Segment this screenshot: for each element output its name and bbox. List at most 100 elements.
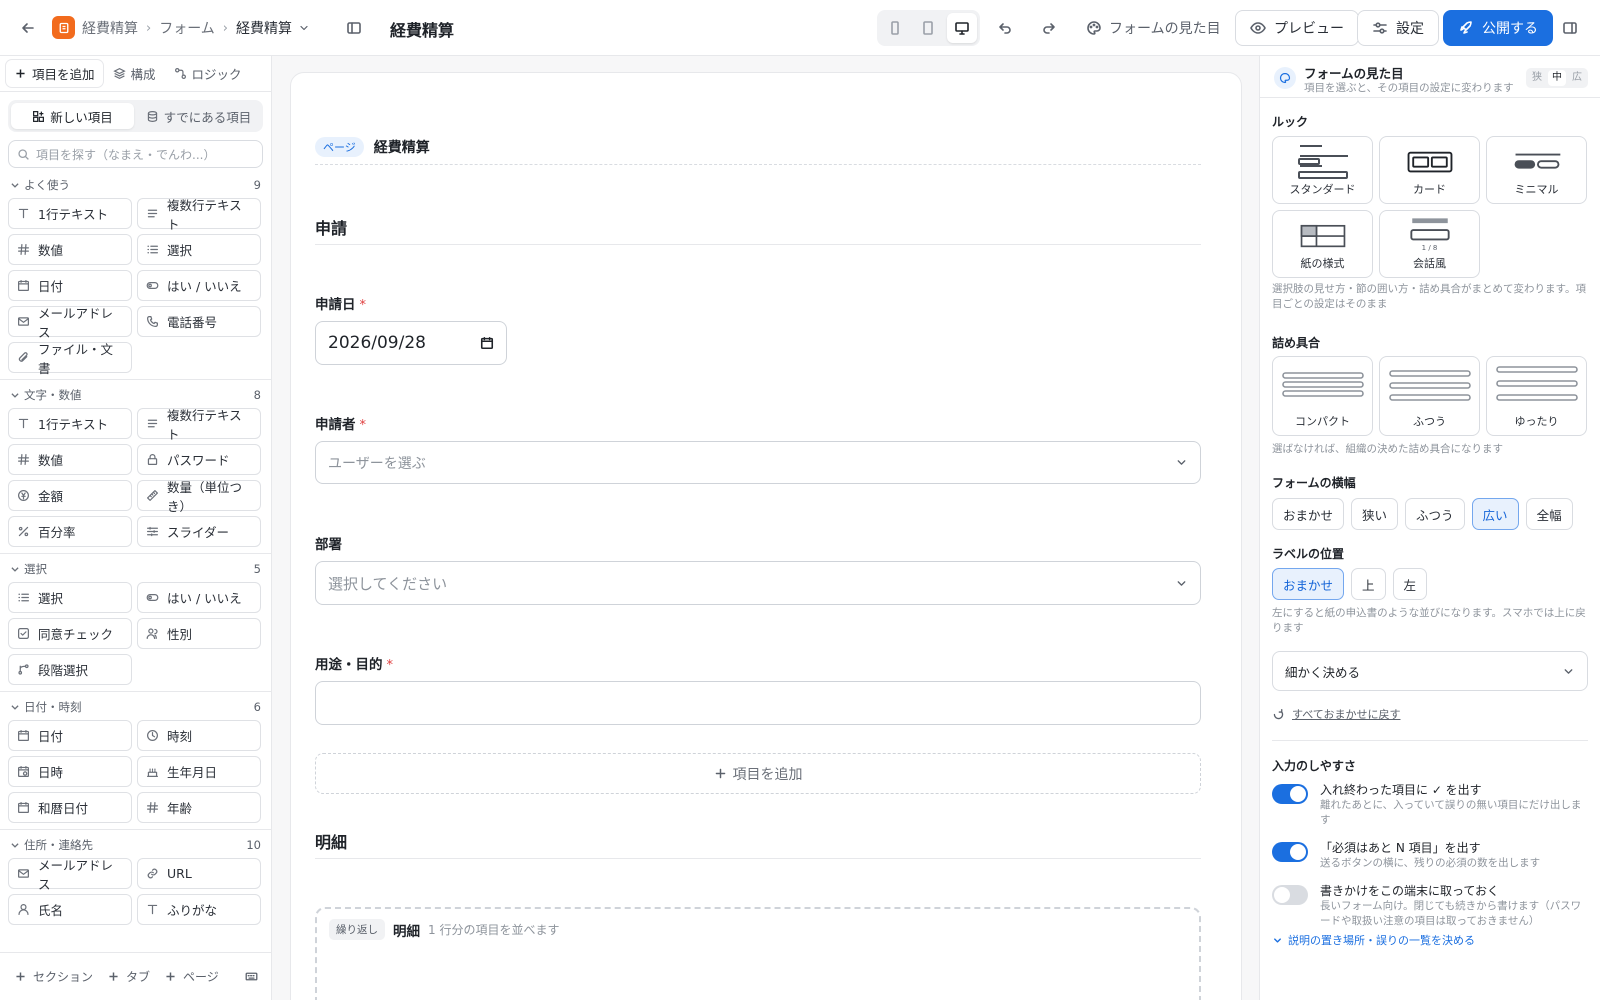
width-option[interactable]: 広い bbox=[1471, 498, 1519, 530]
palette-item[interactable]: 日付 bbox=[8, 270, 132, 301]
palette-item[interactable]: 同意チェック bbox=[8, 618, 132, 649]
toggle-switch[interactable] bbox=[1272, 885, 1308, 905]
item-search-input[interactable]: 項目を探す（なまえ・でんわ...） bbox=[8, 140, 263, 168]
size-wide[interactable]: 広 bbox=[1568, 70, 1586, 86]
add-page-button[interactable]: ページ bbox=[164, 968, 219, 985]
section-header-apply[interactable]: 申請 bbox=[315, 215, 1201, 245]
density-compact[interactable]: コンパクト bbox=[1272, 356, 1373, 436]
palette-item[interactable]: 年齢 bbox=[137, 792, 261, 823]
reset-all-link[interactable]: すべておまかせに戻す bbox=[1272, 706, 1400, 722]
palette-item[interactable]: 金額 bbox=[8, 480, 132, 511]
palette-item[interactable]: 百分率 bbox=[8, 516, 132, 547]
tab-add-item[interactable]: 項目を追加 bbox=[6, 60, 103, 87]
toggle-switch[interactable] bbox=[1272, 784, 1308, 804]
mobile-view-icon[interactable] bbox=[880, 13, 910, 43]
size-narrow[interactable]: 狭 bbox=[1528, 70, 1546, 86]
page-header[interactable]: ページ 経費精算 bbox=[315, 136, 1201, 165]
purpose-input[interactable] bbox=[315, 681, 1201, 725]
palette-item[interactable]: 選択 bbox=[8, 582, 132, 613]
palette-item[interactable]: スライダー bbox=[137, 516, 261, 547]
look-chat[interactable]: 1 / 8 会話風 bbox=[1379, 210, 1480, 278]
date-input[interactable]: 2026/09/28 bbox=[315, 321, 507, 365]
department-select[interactable]: 選択してください bbox=[315, 561, 1201, 605]
size-medium[interactable]: 中 bbox=[1548, 70, 1566, 86]
palette-item[interactable]: 日付 bbox=[8, 720, 132, 751]
palette-item[interactable]: ファイル・文書 bbox=[8, 342, 132, 376]
palette-item[interactable]: 数値 bbox=[8, 444, 132, 475]
tab-logic[interactable]: ロジック bbox=[166, 60, 250, 87]
group-header[interactable]: 文字・数値 8 bbox=[0, 384, 271, 406]
palette-item[interactable]: 氏名 bbox=[8, 894, 132, 925]
look-paper[interactable]: 紙の様式 bbox=[1272, 210, 1373, 278]
palette-item[interactable]: 選択 bbox=[137, 234, 261, 265]
right-panel-toggle-icon[interactable] bbox=[1562, 20, 1578, 36]
look-minimal[interactable]: ミニマル bbox=[1486, 136, 1587, 204]
section-header-details[interactable]: 明細 bbox=[315, 829, 1201, 859]
palette-item[interactable]: はい / いいえ bbox=[137, 582, 261, 613]
repeat-group[interactable]: 繰り返し 明細 1 行分の項目を並べます bbox=[315, 907, 1201, 1000]
density-relaxed[interactable]: ゆったり bbox=[1486, 356, 1587, 436]
segment-existing-items[interactable]: すでにある項目 bbox=[137, 103, 260, 129]
look-card[interactable]: カード bbox=[1379, 136, 1480, 204]
palette-item[interactable]: はい / いいえ bbox=[137, 270, 261, 301]
add-item-dropzone[interactable]: 項目を追加 bbox=[315, 753, 1201, 794]
density-normal[interactable]: ふつう bbox=[1379, 356, 1480, 436]
preview-button[interactable]: プレビュー bbox=[1235, 10, 1359, 46]
palette-item[interactable]: メールアドレス bbox=[8, 858, 132, 892]
redo-icon[interactable] bbox=[1041, 20, 1057, 36]
group-header[interactable]: 住所・連絡先 10 bbox=[0, 834, 271, 856]
group-header[interactable]: 日付・時刻 6 bbox=[0, 696, 271, 718]
palette-item[interactable]: 時刻 bbox=[137, 720, 261, 751]
palette-item[interactable]: 数量（単位つき） bbox=[137, 480, 261, 514]
calendar-icon[interactable] bbox=[480, 336, 494, 350]
tab-structure[interactable]: 構成 bbox=[105, 60, 164, 87]
group-divider bbox=[0, 691, 271, 692]
tablet-view-icon[interactable] bbox=[913, 13, 943, 43]
palette-item[interactable]: 段階選択 bbox=[8, 654, 132, 685]
breadcrumb-forms[interactable]: フォーム bbox=[159, 18, 215, 38]
group-header[interactable]: 選択 5 bbox=[0, 558, 271, 580]
palette-item[interactable]: 複数行テキスト bbox=[137, 408, 261, 442]
width-option[interactable]: 全幅 bbox=[1525, 498, 1573, 530]
palette-item[interactable]: 日時 bbox=[8, 756, 132, 787]
palette-item[interactable]: メールアドレス bbox=[8, 306, 132, 340]
palette-item[interactable]: 電話番号 bbox=[137, 306, 261, 337]
palette-item[interactable]: ふりがな bbox=[137, 894, 261, 925]
breadcrumb-current[interactable]: 経費精算 bbox=[236, 18, 292, 38]
back-arrow-icon[interactable] bbox=[20, 20, 36, 36]
keyboard-icon[interactable] bbox=[245, 970, 258, 983]
publish-button[interactable]: 公開する bbox=[1443, 10, 1553, 46]
toggle-switch[interactable] bbox=[1272, 842, 1308, 862]
more-settings-link[interactable]: 説明の置き場所・誤りの一覧を決める bbox=[1272, 932, 1475, 948]
width-option[interactable]: おまかせ bbox=[1272, 498, 1345, 530]
segment-new-items[interactable]: 新しい項目 bbox=[11, 103, 134, 129]
add-tab-button[interactable]: タブ bbox=[107, 968, 150, 985]
group-header[interactable]: よく使う 9 bbox=[0, 174, 271, 196]
desktop-view-icon[interactable] bbox=[946, 13, 977, 43]
palette-item[interactable]: 1行テキスト bbox=[8, 408, 132, 439]
undo-icon[interactable] bbox=[997, 20, 1013, 36]
sidebar-toggle-icon[interactable] bbox=[346, 20, 362, 36]
settings-button[interactable]: 設定 bbox=[1357, 10, 1439, 46]
palette-item[interactable]: 性別 bbox=[137, 618, 261, 649]
add-section-button[interactable]: セクション bbox=[14, 968, 93, 985]
palette-item[interactable]: 1行テキスト bbox=[8, 198, 132, 229]
detail-settings-select[interactable]: 細かく決める bbox=[1272, 651, 1588, 691]
look-standard[interactable]: スタンダード bbox=[1272, 136, 1373, 204]
palette-item[interactable]: 複数行テキスト bbox=[137, 198, 261, 232]
label-position-option[interactable]: 左 bbox=[1392, 568, 1428, 600]
appearance-button[interactable]: フォームの見た目 bbox=[1086, 18, 1221, 38]
width-option[interactable]: ふつう bbox=[1405, 498, 1465, 530]
breadcrumb-workspace[interactable]: 経費精算 bbox=[82, 18, 138, 38]
palette-item[interactable]: 和暦日付 bbox=[8, 792, 132, 823]
label-position-option[interactable]: 上 bbox=[1351, 568, 1386, 600]
palette-item[interactable]: URL bbox=[137, 858, 261, 889]
palette-item[interactable]: 数値 bbox=[8, 234, 132, 265]
palette-item[interactable]: 生年月日 bbox=[137, 756, 261, 787]
chevron-down-icon[interactable] bbox=[298, 22, 310, 34]
width-option[interactable]: 狭い bbox=[1351, 498, 1399, 530]
clock-icon bbox=[147, 730, 158, 741]
applicant-select[interactable]: ユーザーを選ぶ bbox=[315, 441, 1201, 484]
palette-item[interactable]: パスワード bbox=[137, 444, 261, 475]
label-position-option[interactable]: おまかせ bbox=[1272, 568, 1345, 600]
